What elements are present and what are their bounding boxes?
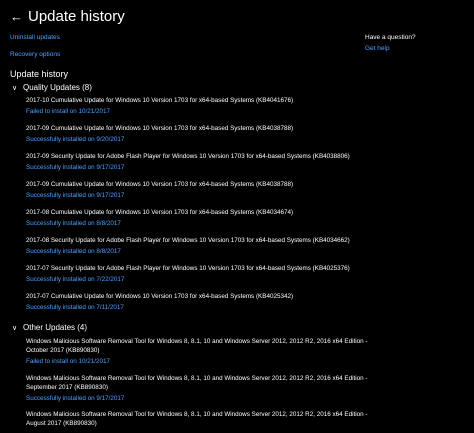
update-title[interactable]: 2017-09 Cumulative Update for Windows 10… (26, 180, 371, 189)
update-status[interactable]: Successfully installed on 8/8/2017 (26, 247, 371, 256)
get-help-link[interactable]: Get help (365, 45, 390, 53)
update-entry: 2017-09 Cumulative Update for Windows 10… (26, 180, 371, 200)
other-updates-header[interactable]: ∨ Other Updates (4) (12, 323, 87, 334)
update-status[interactable]: Successfully installed on 9/17/2017 (26, 191, 371, 200)
update-entry: 2017-09 Security Update for Adobe Flash … (26, 152, 371, 172)
group-label: Quality Updates (8) (23, 83, 92, 92)
update-title[interactable]: 2017-08 Security Update for Adobe Flash … (26, 236, 371, 245)
update-title[interactable]: 2017-07 Security Update for Adobe Flash … (26, 264, 371, 273)
update-title[interactable]: 2017-07 Cumulative Update for Windows 10… (26, 292, 371, 301)
update-title[interactable]: 2017-10 Cumulative Update for Windows 10… (26, 96, 371, 105)
chevron-down-icon: ∨ (12, 325, 18, 332)
back-arrow-icon[interactable]: ← (10, 10, 23, 23)
help-panel: Have a question? Get help (365, 34, 416, 52)
update-status[interactable]: Successfully installed on 7/22/2017 (26, 275, 371, 284)
update-entry: 2017-10 Cumulative Update for Windows 10… (26, 96, 371, 116)
update-entry: Windows Malicious Software Removal Tool … (26, 410, 371, 428)
update-entry: Windows Malicious Software Removal Tool … (26, 337, 371, 366)
quality-updates-header[interactable]: ∨ Quality Updates (8) (12, 83, 92, 94)
update-status[interactable]: Successfully installed on 8/8/2017 (26, 219, 371, 228)
update-entry: Windows Malicious Software Removal Tool … (26, 374, 371, 403)
page-title: Update history (28, 8, 125, 25)
update-entry: 2017-08 Security Update for Adobe Flash … (26, 236, 371, 256)
update-entry: 2017-09 Cumulative Update for Windows 10… (26, 124, 371, 144)
update-title[interactable]: 2017-09 Cumulative Update for Windows 10… (26, 124, 371, 133)
chevron-down-icon: ∨ (12, 85, 18, 92)
recovery-options-link[interactable]: Recovery options (10, 51, 60, 59)
section-title: Update history (10, 69, 69, 79)
update-entry: 2017-07 Security Update for Adobe Flash … (26, 264, 371, 284)
update-title[interactable]: Windows Malicious Software Removal Tool … (26, 337, 371, 355)
uninstall-updates-link[interactable]: Uninstall updates (10, 34, 60, 42)
update-status[interactable]: Successfully installed on 9/17/2017 (26, 163, 371, 172)
update-status[interactable]: Failed to install on 10/21/2017 (26, 357, 371, 366)
update-title[interactable]: 2017-08 Cumulative Update for Windows 10… (26, 208, 371, 217)
update-entry: 2017-07 Cumulative Update for Windows 10… (26, 292, 371, 312)
update-status[interactable]: Successfully installed on 9/17/2017 (26, 394, 371, 403)
update-status[interactable]: Successfully installed on 7/11/2017 (26, 303, 371, 312)
group-label: Other Updates (4) (23, 323, 88, 332)
question-label: Have a question? (365, 34, 416, 41)
update-title[interactable]: Windows Malicious Software Removal Tool … (26, 410, 371, 428)
update-status[interactable]: Successfully installed on 9/20/2017 (26, 135, 371, 144)
update-status[interactable]: Failed to install on 10/21/2017 (26, 107, 371, 116)
update-title[interactable]: 2017-09 Security Update for Adobe Flash … (26, 152, 371, 161)
update-title[interactable]: Windows Malicious Software Removal Tool … (26, 374, 371, 392)
update-entry: 2017-08 Cumulative Update for Windows 10… (26, 208, 371, 228)
title-bar: ← Update history (0, 0, 474, 34)
